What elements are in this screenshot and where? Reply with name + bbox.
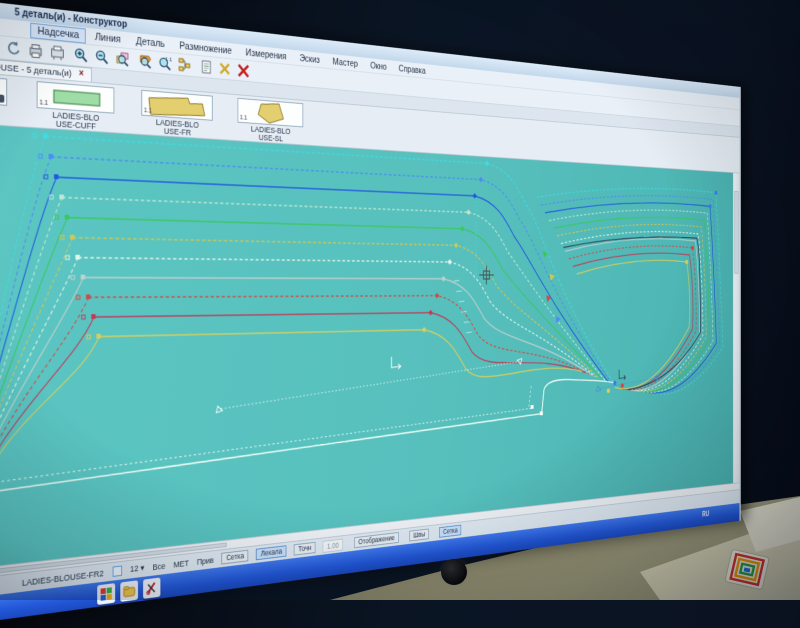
part-scale-label: 1.1 — [39, 100, 48, 107]
status-label-1[interactable]: Все — [153, 561, 166, 572]
tab-close-icon[interactable]: × — [79, 69, 84, 79]
taskbar-scissors-app-icon[interactable] — [143, 577, 160, 598]
report-button[interactable] — [198, 57, 214, 76]
сетка-button[interactable]: Сетка — [439, 524, 461, 538]
snap-checkbox[interactable] — [112, 566, 121, 577]
printer-icon — [27, 42, 43, 60]
delete-red-icon — [236, 62, 249, 78]
zoom-in-button[interactable] — [72, 45, 90, 66]
scale-value: 1.00 — [323, 538, 343, 552]
zoom-select[interactable]: 12 ▾ — [130, 563, 144, 575]
part-card-col[interactable]: LADIES-BLOUSE-COL — [0, 71, 9, 125]
delete-yellow-icon — [218, 61, 231, 77]
taskbar-folder-icon[interactable] — [120, 580, 138, 602]
taskbar-app-colored-icon[interactable] — [97, 583, 115, 605]
zoom-in-icon — [73, 46, 88, 63]
vertical-scrollbar[interactable] — [733, 173, 740, 483]
status-label-3[interactable]: Прив — [197, 555, 214, 566]
delete-red-button[interactable] — [235, 61, 250, 80]
part-card-fr[interactable]: 1.1LADIES-BLOUSE-FR — [140, 90, 215, 139]
part-thumbnail[interactable]: 1.1 — [238, 98, 304, 127]
tree-button[interactable] — [176, 55, 192, 75]
part-thumbnail[interactable]: 1.1 — [141, 90, 212, 121]
monitor-power-button[interactable] — [441, 559, 467, 585]
plotter-button[interactable] — [48, 42, 66, 63]
zoom-fit-button[interactable] — [136, 51, 153, 71]
svg-text:1:1: 1:1 — [165, 57, 172, 63]
part-shape — [142, 91, 212, 121]
zoom-1-1-button[interactable]: 1:1 — [156, 53, 172, 73]
toggle-лекала-button[interactable]: Лекала — [256, 545, 286, 561]
undo-icon — [5, 39, 21, 57]
zoom-out-button[interactable] — [93, 47, 110, 67]
vertical-scrollbar-thumb[interactable] — [734, 191, 738, 274]
zoom-out-icon — [94, 48, 109, 65]
monitor-screen: 5 деталь(и) - Конструктор НадсечкаЛинияД… — [0, 0, 741, 628]
toggle-сетка-button[interactable]: Сетка — [222, 549, 249, 564]
lock-icon — [0, 94, 4, 102]
part-scale-label: 1.1 — [144, 107, 152, 114]
undo-button[interactable] — [3, 38, 22, 59]
plotter-icon — [49, 44, 64, 62]
zoom-fit-icon — [138, 53, 152, 70]
part-thumbnail[interactable]: 1.1 — [37, 81, 115, 114]
part-card-sl[interactable]: 1.1LADIES-BLOUSE-SL — [236, 98, 305, 145]
part-thumbnail[interactable] — [0, 72, 7, 106]
zoom-region-icon — [115, 50, 129, 67]
toggle-точн-button[interactable]: Точн — [294, 542, 316, 556]
part-shape — [38, 82, 114, 113]
швы-button[interactable]: Швы — [409, 528, 429, 542]
report-icon — [199, 59, 212, 76]
status-label-2[interactable]: МЕТ — [174, 558, 189, 569]
printer-button[interactable] — [26, 40, 44, 61]
menu-item-6[interactable]: Эскиз — [294, 50, 326, 67]
zoom-1-1-icon: 1:1 — [158, 55, 172, 72]
part-shape — [238, 99, 302, 127]
part-scale-label: 1.1 — [240, 115, 247, 122]
delete-yellow-button[interactable] — [217, 59, 233, 78]
zoom-region-button[interactable] — [113, 49, 130, 69]
tree-icon — [177, 57, 191, 74]
menu-item-8[interactable]: Окно — [365, 58, 392, 74]
language-indicator[interactable]: RU — [702, 510, 709, 519]
part-card-cuff[interactable]: 1.1LADIES-BLOUSE-CUFF — [35, 81, 116, 132]
